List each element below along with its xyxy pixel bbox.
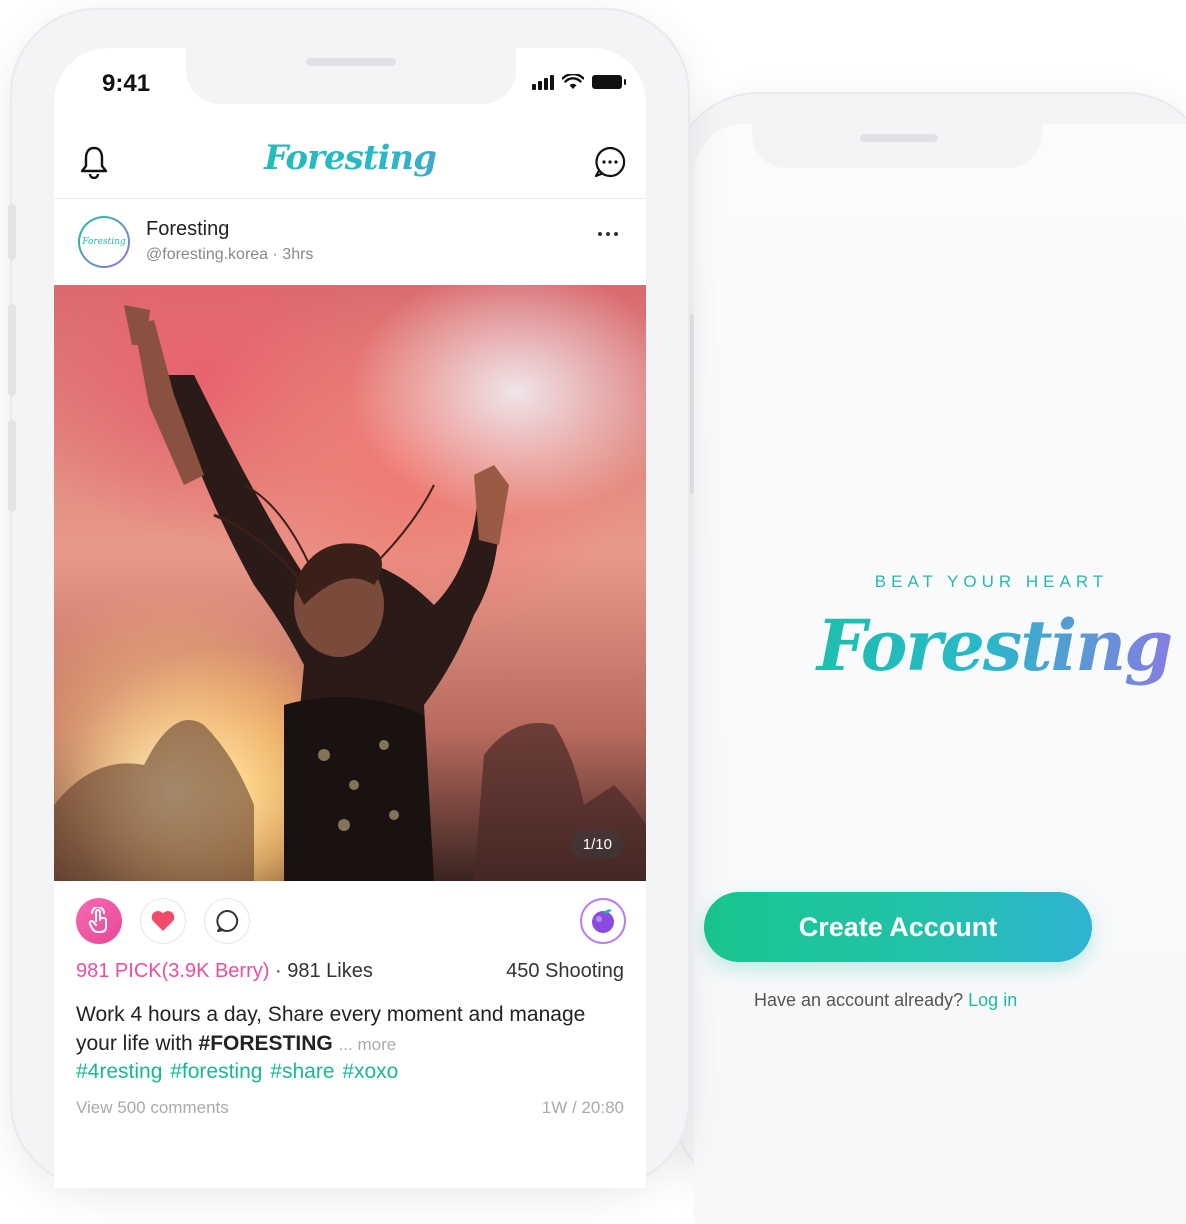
app-logo[interactable]: Foresting (54, 138, 646, 178)
pick-count[interactable]: 981 PICK(3.9K Berry) (76, 960, 269, 982)
berry-icon (592, 909, 614, 933)
pick-button[interactable] (76, 898, 122, 944)
phone-side-button (8, 420, 16, 512)
post-hashtags[interactable]: #4resting #foresting #share #xoxo (76, 1060, 398, 1084)
post-header: Foresting Foresting @foresting.korea · 3… (54, 198, 646, 284)
post-stats: 981 PICK(3.9K Berry) · 981 Likes 450 Sho… (76, 960, 624, 983)
caption-more-link[interactable]: ... more (339, 1035, 397, 1054)
phone-side-button (8, 304, 16, 396)
tap-hand-icon (88, 907, 107, 933)
likes-count[interactable]: · 981 Likes (275, 960, 373, 982)
post-actions (54, 894, 646, 950)
phone-speaker (306, 58, 396, 66)
author-name[interactable]: Foresting (146, 218, 229, 241)
like-button[interactable] (140, 898, 186, 944)
berry-button[interactable] (580, 898, 626, 944)
login-link[interactable]: Log in (968, 990, 1017, 1010)
shooting-count[interactable]: 450 Shooting (506, 960, 624, 983)
phone-notch (186, 48, 516, 104)
feed-screen: 9:41 Foresting Foresting Foresting @fore… (54, 48, 646, 1188)
app-header: Foresting (54, 120, 646, 199)
photo-counter: 1/10 (570, 830, 624, 859)
post-caption: Work 4 hours a day, Share every moment a… (76, 1000, 606, 1059)
status-time: 9:41 (102, 70, 151, 97)
login-prompt: Have an account already? Log in (754, 990, 1017, 1011)
create-account-button[interactable]: Create Account (704, 892, 1092, 962)
signal-icon (532, 74, 554, 90)
phone-frame-right: BEAT YOUR HEART Foresting Create Account… (672, 92, 1186, 1224)
comment-bubble-icon (216, 909, 239, 932)
caption-hashtag[interactable]: #FORESTING (199, 1032, 333, 1055)
comment-button[interactable] (204, 898, 250, 944)
tagline: BEAT YOUR HEART (874, 572, 1109, 591)
phone-frame-left: 9:41 Foresting Foresting Foresting @fore… (8, 8, 690, 1188)
post-photo[interactable]: 1/10 (54, 285, 646, 881)
wifi-icon (562, 74, 584, 89)
author-handle: @foresting.korea · 3hrs (146, 246, 314, 263)
view-comments-link[interactable]: View 500 comments (76, 1098, 229, 1118)
heart-icon (151, 911, 175, 931)
avatar-logo-text: Foresting (80, 218, 128, 266)
status-icons (532, 74, 626, 90)
more-options-icon[interactable] (598, 232, 618, 236)
post-timestamp: 1W / 20:80 (541, 1098, 624, 1117)
have-account-text: Have an account already? (754, 990, 964, 1010)
photo-silhouette (54, 285, 646, 881)
battery-icon (592, 75, 626, 89)
phone-speaker (860, 134, 938, 142)
welcome-logo: Foresting (694, 604, 1186, 687)
phone-side-button (8, 204, 16, 260)
phone-notch (752, 124, 1042, 168)
avatar[interactable]: Foresting (78, 216, 130, 268)
chat-bubble-icon[interactable] (590, 142, 630, 182)
welcome-screen: BEAT YOUR HEART Foresting Create Account… (694, 124, 1186, 1224)
